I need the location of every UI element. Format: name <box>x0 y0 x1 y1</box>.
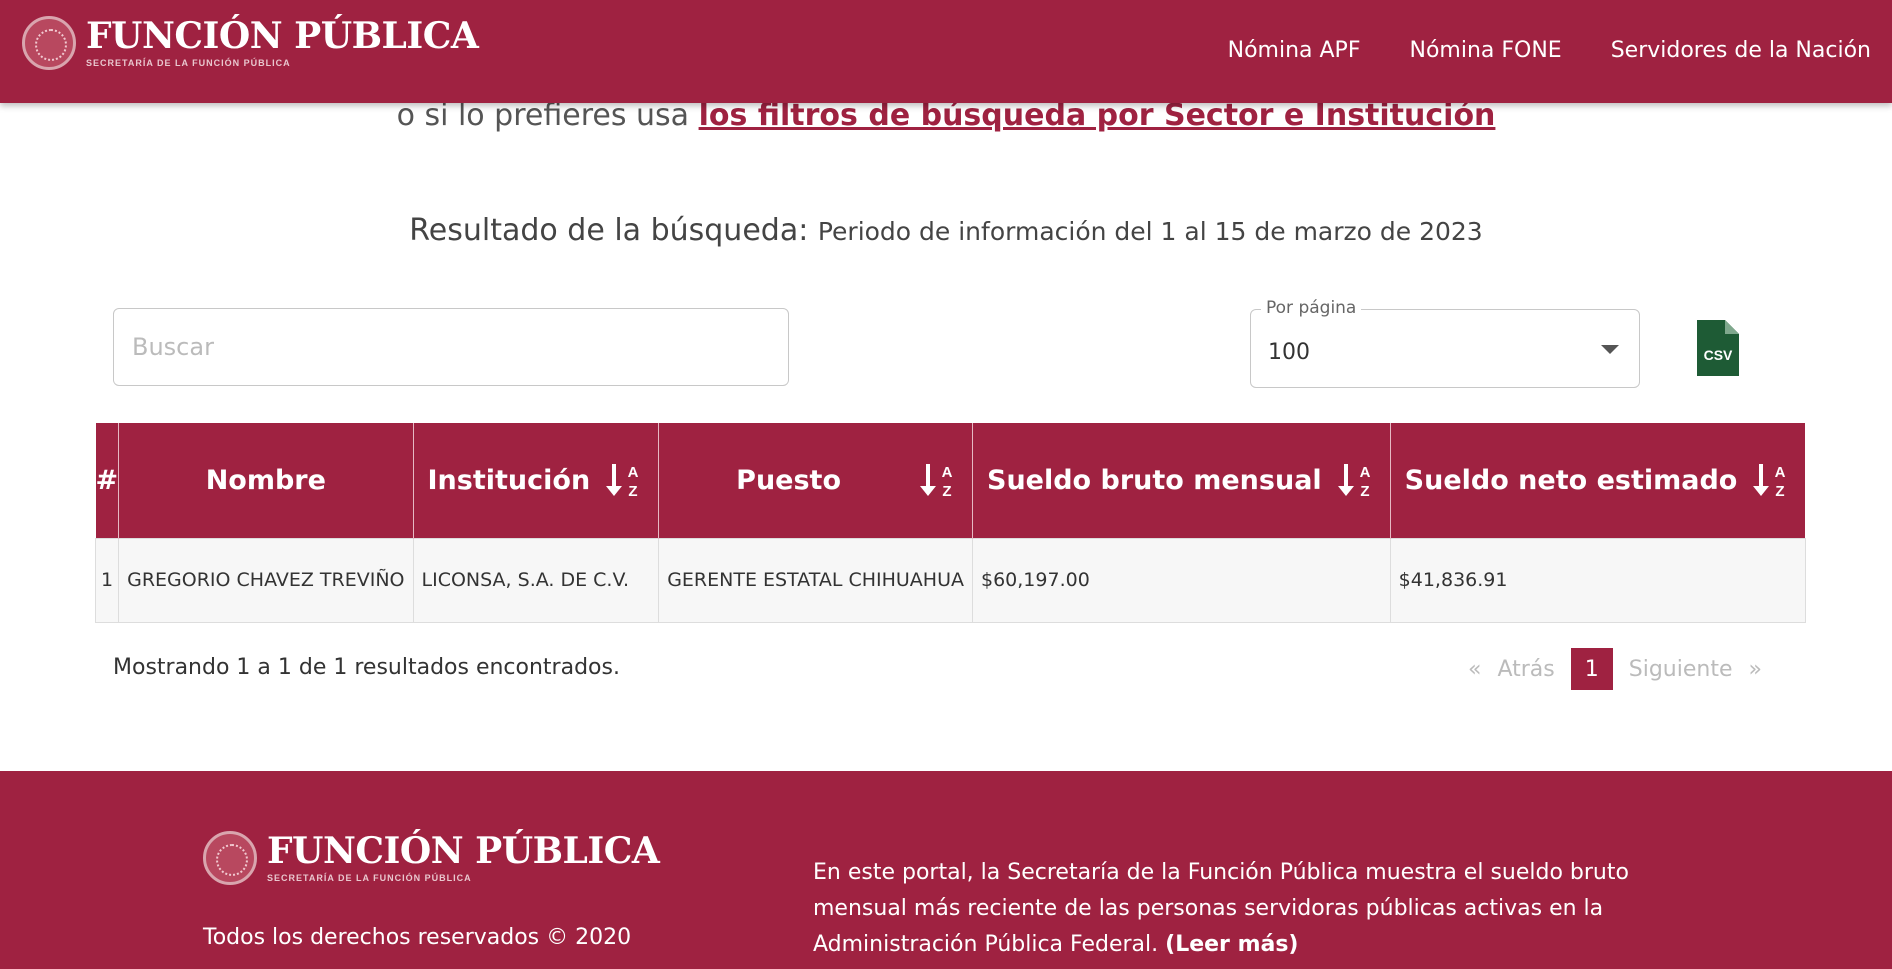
results-summary: Mostrando 1 a 1 de 1 resultados encontra… <box>113 655 620 680</box>
per-page-select[interactable]: Por página 100 <box>1250 298 1640 388</box>
svg-text:A: A <box>1775 464 1786 481</box>
svg-text:Z: Z <box>1776 483 1785 500</box>
cell-sueldo-bruto: $60,197.00 <box>972 537 1391 623</box>
svg-text:A: A <box>628 464 639 481</box>
col-header-sueldo-bruto[interactable]: Sueldo bruto mensual A Z <box>972 423 1391 538</box>
csv-file-icon: CSV <box>1697 320 1739 376</box>
footer-logo: FUNCIÓN PÚBLICA SECRETARÍA DE LA FUNCIÓN… <box>203 830 660 885</box>
table-header-row: # Nombre Institución A Z Puesto A Z Suel… <box>95 423 1806 538</box>
pagination-prev[interactable]: Atrás <box>1489 657 1562 682</box>
pagination-next[interactable]: Siguiente <box>1621 657 1741 682</box>
search-input[interactable] <box>113 308 789 386</box>
sort-az-icon[interactable]: A Z <box>1336 460 1376 500</box>
footer-brand-title: FUNCIÓN PÚBLICA <box>267 830 660 872</box>
nav-nomina-fone[interactable]: Nómina FONE <box>1409 38 1561 63</box>
coat-of-arms-icon <box>203 831 257 885</box>
footer-brand-subtitle: SECRETARÍA DE LA FUNCIÓN PÚBLICA <box>267 873 472 883</box>
col-header-institucion[interactable]: Institución A Z <box>412 423 659 538</box>
pagination-first[interactable]: « <box>1460 657 1489 682</box>
alt-search-line: o si lo prefieres usa los filtros de bús… <box>0 98 1892 133</box>
csv-download-button[interactable]: CSV <box>1697 320 1739 376</box>
pagination-last[interactable]: » <box>1741 657 1770 682</box>
alt-search-prefix: o si lo prefieres usa <box>396 98 699 133</box>
pagination-current-page[interactable]: 1 <box>1570 648 1613 690</box>
nav-servidores-nacion[interactable]: Servidores de la Nación <box>1611 38 1871 63</box>
main-nav: Nómina APF Nómina FONE Servidores de la … <box>1228 38 1871 63</box>
svg-text:Z: Z <box>942 483 951 500</box>
svg-text:Z: Z <box>1360 483 1369 500</box>
result-heading: Resultado de la búsqueda: Periodo de inf… <box>0 213 1892 248</box>
footer-description: En este portal, la Secretaría de la Func… <box>813 855 1713 963</box>
brand-title: FUNCIÓN PÚBLICA <box>86 15 479 57</box>
sort-az-icon[interactable]: A Z <box>1751 460 1791 500</box>
read-more-link[interactable]: (Leer más) <box>1165 932 1298 957</box>
svg-text:Z: Z <box>629 483 638 500</box>
footer: FUNCIÓN PÚBLICA SECRETARÍA DE LA FUNCIÓN… <box>0 771 1892 969</box>
sort-az-icon[interactable]: A Z <box>604 460 644 500</box>
csv-icon-text: CSV <box>1704 347 1733 363</box>
result-period: Periodo de información del 1 al 15 de ma… <box>817 217 1483 246</box>
sort-az-icon[interactable]: A Z <box>918 460 958 500</box>
col-header-puesto[interactable]: Puesto A Z <box>658 423 973 538</box>
brand-subtitle: SECRETARÍA DE LA FUNCIÓN PÚBLICA <box>86 58 291 68</box>
cell-number: 1 <box>94 537 120 623</box>
filters-link[interactable]: los filtros de búsqueda por Sector e Ins… <box>699 98 1496 133</box>
cell-nombre: GREGORIO CHAVEZ TREVIÑO <box>118 537 414 623</box>
results-table: # Nombre Institución A Z Puesto A Z Suel… <box>94 423 1806 623</box>
caret-down-icon <box>1601 345 1619 354</box>
col-header-sueldo-neto[interactable]: Sueldo neto estimado A Z <box>1389 423 1806 538</box>
per-page-label: Por página <box>1261 298 1362 318</box>
svg-text:A: A <box>1359 464 1370 481</box>
svg-text:A: A <box>942 464 953 481</box>
table-row: 1 GREGORIO CHAVEZ TREVIÑO LICONSA, S.A. … <box>94 537 1806 623</box>
col-header-number: # <box>95 423 119 538</box>
cell-sueldo-neto: $41,836.91 <box>1389 537 1806 623</box>
top-navbar: FUNCIÓN PÚBLICA SECRETARÍA DE LA FUNCIÓN… <box>0 0 1892 103</box>
cell-institucion: LICONSA, S.A. DE C.V. <box>412 537 660 623</box>
nav-nomina-apf[interactable]: Nómina APF <box>1228 38 1361 63</box>
header-logo[interactable]: FUNCIÓN PÚBLICA SECRETARÍA DE LA FUNCIÓN… <box>22 15 479 70</box>
cell-puesto: GERENTE ESTATAL CHIHUAHUA <box>658 537 973 623</box>
pagination: « Atrás 1 Siguiente » <box>1460 648 1770 690</box>
result-label: Resultado de la búsqueda: <box>409 213 818 248</box>
col-header-nombre: Nombre <box>118 423 414 538</box>
per-page-value: 100 <box>1268 340 1310 365</box>
footer-copyright: Todos los derechos reservados © 2020 <box>203 925 632 950</box>
coat-of-arms-icon <box>22 16 76 70</box>
